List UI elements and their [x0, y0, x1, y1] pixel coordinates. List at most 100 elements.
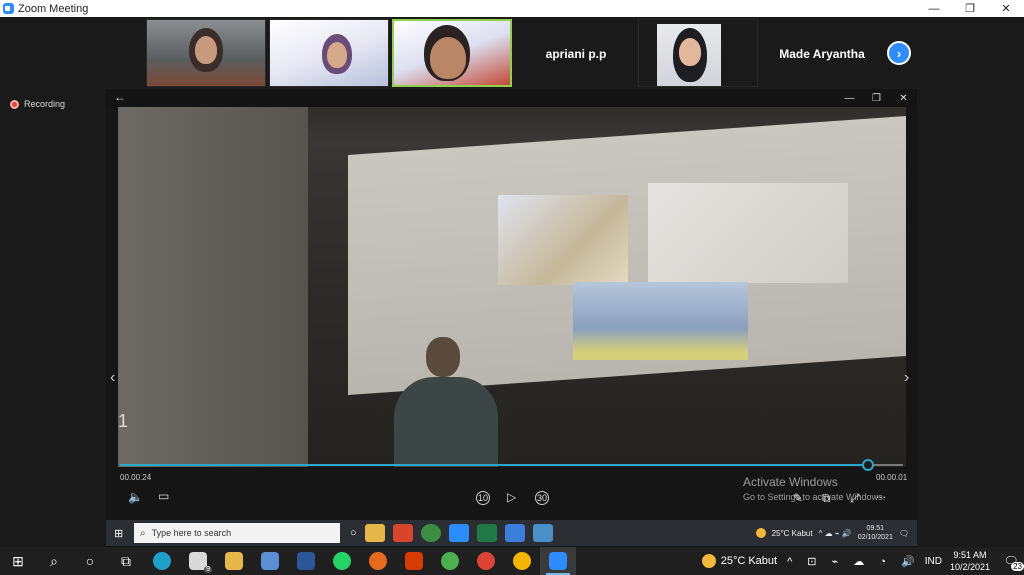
system-tray: 25°C Kabut ^ ⊡ ⌁ ☁ ◔ 🔊 IND 9:51 AM 10/2/…: [701, 547, 1024, 575]
mail-badge: 9: [204, 566, 212, 573]
inner-weather-icon: [755, 528, 766, 538]
cortana-icon[interactable]: ○: [72, 547, 108, 575]
chrome-profile-icon[interactable]: [468, 547, 504, 575]
restore-button[interactable]: ❐: [952, 0, 988, 17]
tray-icons[interactable]: ^ ⊡ ⌁ ☁ ◔ 🔊: [787, 555, 921, 568]
inner-weather-text[interactable]: 25°C Kabut: [772, 529, 813, 538]
window-controls: — ❐ ✕: [916, 0, 1024, 17]
inner-clock-time: 09.51: [866, 525, 885, 532]
participant-gallery: apriani p.p Made Aryantha: [146, 19, 881, 87]
photo-left-wall: [118, 107, 308, 467]
weather-icon: [701, 554, 716, 568]
play-button[interactable]: ▷: [507, 490, 516, 504]
chrome-icon[interactable]: [432, 547, 468, 575]
close-button[interactable]: ✕: [988, 0, 1024, 17]
participant-photo: [657, 24, 721, 86]
participant-face-skin: [195, 36, 217, 64]
recording-dot-icon: [10, 99, 19, 109]
photo-presenter: [386, 337, 506, 467]
inner-file-explorer-icon[interactable]: [364, 524, 385, 542]
captions-icon[interactable]: ▭: [158, 489, 169, 503]
inner-chrome-icon[interactable]: [420, 524, 441, 542]
viewer-close-button[interactable]: ✕: [890, 89, 917, 107]
participant-tile-4[interactable]: apriani p.p: [515, 19, 635, 87]
task-view-icon[interactable]: ⧉: [108, 547, 144, 575]
language-indicator[interactable]: IND: [925, 556, 942, 567]
next-photo-button[interactable]: ›: [904, 369, 909, 387]
rewind-10-button[interactable]: 10: [476, 491, 490, 505]
inner-tray-icons[interactable]: ^ ☁ ⌁ 🔊: [819, 529, 852, 538]
timeline-scrubber[interactable]: [861, 459, 874, 471]
participant-video-5[interactable]: [638, 19, 758, 87]
fullscreen-icon[interactable]: ⤢: [850, 491, 860, 506]
presenter-head: [426, 337, 460, 377]
firefox-icon[interactable]: [360, 547, 396, 575]
zoom-app: Zoom Meeting — ❐ ✕ apriani p.p Made Arya…: [0, 0, 1024, 575]
previous-photo-button[interactable]: ‹: [110, 369, 115, 387]
whatsapp-icon[interactable]: [324, 547, 360, 575]
zoom-logo-icon: [3, 3, 14, 14]
mail-icon[interactable]: 9: [180, 547, 216, 575]
file-explorer-icon[interactable]: [216, 547, 252, 575]
weather-text[interactable]: 25°C Kabut: [721, 555, 777, 567]
inner-system-tray: 25°C Kabut ^ ☁ ⌁ 🔊 09.51 02/10/2021 🗨: [755, 520, 909, 546]
store-icon[interactable]: [252, 547, 288, 575]
viewer-titlebar: ← — ❐ ✕: [106, 89, 917, 107]
word-icon[interactable]: [288, 547, 324, 575]
notification-count: 23: [1011, 562, 1024, 571]
photo-projected-video-2: [648, 183, 848, 283]
participant-face-skin: [430, 37, 466, 79]
participant-video-3-active-speaker[interactable]: [392, 19, 512, 87]
time-elapsed: 00.00.24: [120, 473, 152, 482]
minimize-button[interactable]: —: [916, 0, 952, 17]
video-timeline[interactable]: [120, 459, 903, 471]
inner-notification-icon[interactable]: 🗨: [899, 529, 909, 538]
participant-tile-6[interactable]: Made Aryantha: [761, 19, 881, 87]
office-icon[interactable]: [396, 547, 432, 575]
viewer-restore-button[interactable]: ❐: [863, 89, 890, 107]
gallery-next-page-button[interactable]: ›: [887, 41, 911, 65]
inner-photos-icon[interactable]: [532, 524, 553, 542]
clock-date: 10/2/2021: [949, 562, 990, 572]
windows-taskbar: ⊞ ⌕ ○ ⧉ 9 25°C Kabut ^ ⊡ ⌁ ☁ ◔ 🔊 IND 9:5…: [0, 547, 1024, 575]
photo-projected-slide: [573, 282, 748, 360]
more-options-icon[interactable]: ...: [876, 487, 886, 501]
timeline-progress: [120, 464, 868, 466]
participant-video-2[interactable]: [269, 19, 389, 87]
taskbar-clock[interactable]: 9:51 AM 10/2/2021: [950, 549, 990, 573]
volume-icon[interactable]: 🔈: [128, 490, 143, 504]
edge-icon[interactable]: [144, 547, 180, 575]
participant-face-skin: [679, 38, 701, 66]
search-icon[interactable]: ⌕: [36, 547, 72, 575]
inner-cortana-icon[interactable]: ○: [350, 527, 357, 539]
inner-media-player-icon[interactable]: [504, 524, 525, 542]
miniplayer-icon[interactable]: ⧉: [822, 491, 831, 506]
inner-excel-icon[interactable]: [476, 524, 497, 542]
chrome-profile-2-icon[interactable]: [504, 547, 540, 575]
participant-face-skin: [327, 42, 347, 68]
notification-center-icon[interactable]: 🗨 23: [998, 551, 1024, 571]
inner-office-icon[interactable]: [392, 524, 413, 542]
shared-screen-taskbar: ⊞ ⌕ Type here to search ○ 25°C Kabut ^ ☁…: [106, 520, 917, 546]
viewer-window-controls: — ❐ ✕: [836, 89, 917, 107]
windows-start-icon[interactable]: ⊞: [0, 547, 36, 575]
participant-video-1[interactable]: [146, 19, 266, 87]
inner-search-placeholder: Type here to search: [151, 528, 232, 538]
inner-windows-start-icon[interactable]: ⊞: [114, 527, 123, 540]
edit-icon[interactable]: ✎: [793, 491, 803, 505]
window-title: Zoom Meeting: [18, 2, 89, 15]
watermark-line-1: Activate Windows: [743, 475, 838, 489]
back-arrow-icon[interactable]: ←: [114, 90, 126, 104]
recording-indicator[interactable]: Recording: [10, 99, 65, 109]
activate-windows-watermark: Activate Windows Go to Settings to activ…: [743, 475, 885, 502]
inner-clock[interactable]: 09.51 02/10/2021: [858, 524, 893, 542]
recording-label: Recording: [24, 99, 66, 109]
inner-zoom-icon[interactable]: [448, 524, 469, 542]
viewer-minimize-button[interactable]: —: [836, 89, 863, 107]
inner-search-icon: ⌕: [140, 527, 146, 539]
inner-search-box[interactable]: ⌕ Type here to search: [134, 523, 340, 543]
zoom-taskbar-icon[interactable]: [540, 547, 576, 575]
photo-projected-video-1: [498, 195, 628, 285]
forward-30-button[interactable]: 30: [535, 491, 549, 505]
participant-name: apriani p.p: [545, 47, 607, 61]
